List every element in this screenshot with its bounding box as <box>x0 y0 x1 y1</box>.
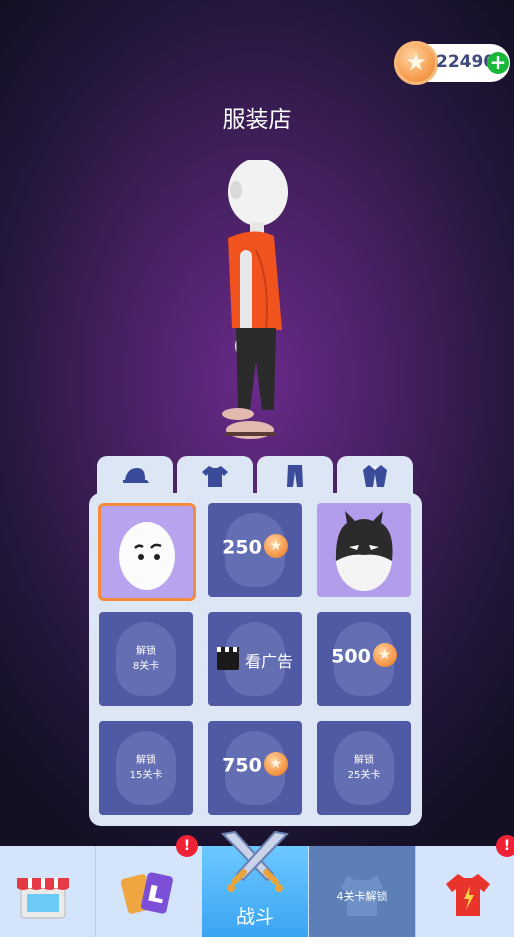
clapperboard-icon <box>216 646 239 670</box>
notification-badge: ! <box>496 835 514 857</box>
shirt-icon <box>446 874 490 916</box>
item-locked-25[interactable]: 解锁 25关卡 <box>317 721 411 815</box>
nav-locked-tab[interactable]: 4关卡解锁 <box>309 846 415 937</box>
character-avatar[interactable] <box>210 160 310 450</box>
price-label: 250 ★ <box>208 534 302 560</box>
store-icon <box>17 878 69 919</box>
crossed-swords-icon <box>220 830 290 892</box>
tab-hats[interactable] <box>97 456 173 496</box>
cap-icon <box>123 468 149 483</box>
locked-label: 4关卡解锁 <box>336 890 388 903</box>
lock-label: 解锁 25关卡 <box>347 755 381 781</box>
tab-outfits[interactable] <box>337 456 413 496</box>
price-label: 500 ★ <box>317 643 411 669</box>
tab-tops[interactable] <box>177 456 253 496</box>
nav-cards[interactable]: ! <box>96 835 202 937</box>
item-watch-ad[interactable]: 看广告 <box>208 612 302 706</box>
tab-pants[interactable] <box>257 456 333 496</box>
lock-label: 解锁 8关卡 <box>132 646 160 672</box>
item-grid: 250 ★ 解锁 8关卡 看广告 500 ★ 解锁 15关卡 750 ★ 解锁 25关卡 <box>89 493 422 826</box>
item-locked-15[interactable]: 解锁 15关卡 <box>99 721 193 815</box>
suit-icon <box>363 465 387 487</box>
lock-label: 解锁 15关卡 <box>129 755 163 781</box>
nav-shop[interactable] <box>0 846 95 937</box>
item-buy-500[interactable]: 500 ★ <box>317 612 411 706</box>
coin-icon: ★ <box>263 752 288 776</box>
bat-mask-icon <box>335 511 393 591</box>
pants-icon <box>287 465 303 487</box>
item-locked-8[interactable]: 解锁 8关卡 <box>99 612 193 706</box>
coin-icon <box>394 41 438 85</box>
item-buy-750[interactable]: 750 ★ <box>208 721 302 815</box>
item-bat-mask[interactable] <box>317 503 411 597</box>
price-label: 750 ★ <box>208 752 302 778</box>
item-buy-250[interactable]: 250 ★ <box>208 503 302 597</box>
notification-badge: ! <box>176 835 198 857</box>
coin-icon: ★ <box>263 534 288 558</box>
page-title: 服装店 <box>222 107 292 133</box>
nav-wardrobe[interactable]: ! <box>416 835 514 937</box>
cards-icon <box>120 872 173 914</box>
fight-button[interactable]: 战斗 <box>202 830 308 937</box>
item-default-head[interactable] <box>98 503 196 601</box>
shirt-icon <box>202 466 228 487</box>
watch-ad-label: 看广告 <box>208 646 302 672</box>
fight-label: 战斗 <box>235 906 274 928</box>
coin-icon: ★ <box>372 643 397 667</box>
add-coins-button[interactable]: + <box>487 52 509 74</box>
default-head-icon <box>119 522 175 590</box>
